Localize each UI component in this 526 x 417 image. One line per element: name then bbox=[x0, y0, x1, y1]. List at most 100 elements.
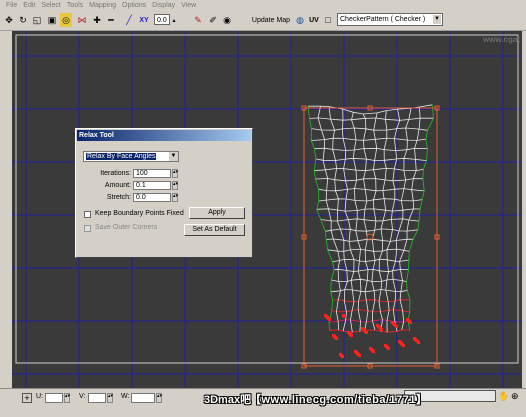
pan-icon[interactable]: ✋ bbox=[498, 391, 509, 402]
texture-dropdown-value: CheckerPattern ( Checker ) bbox=[340, 16, 426, 23]
brand-watermark: 3Dmax吧 bbox=[204, 394, 252, 406]
mesh-edge bbox=[371, 112, 378, 331]
seam-vertex bbox=[341, 355, 344, 358]
seam-vertex bbox=[372, 350, 375, 353]
u-label: U: bbox=[36, 393, 43, 400]
stretch-label: Stretch: bbox=[106, 194, 131, 201]
absolute-mode-icon[interactable]: + bbox=[22, 393, 32, 403]
texture-dropdown[interactable]: CheckerPattern ( Checker ) ▼ bbox=[337, 13, 443, 26]
u-spinner[interactable]: ▴▾ bbox=[64, 393, 70, 403]
menu-tools[interactable]: Tools bbox=[67, 2, 83, 9]
seam-vertex bbox=[343, 315, 346, 318]
menu-edit[interactable]: Edit bbox=[23, 2, 35, 9]
options-icon[interactable]: ◉ bbox=[221, 13, 233, 27]
paint-icon[interactable]: ✎ bbox=[192, 13, 204, 27]
amount-spinner[interactable]: ▴▾ bbox=[172, 181, 178, 190]
mesh-edge bbox=[316, 208, 421, 212]
relax-tool-dialog: Relax Tool Relax By Face Angles ▼ Iterat… bbox=[75, 128, 253, 258]
seam-vertex bbox=[365, 331, 368, 334]
stretch-field[interactable]: 0.0 bbox=[133, 193, 171, 202]
iterations-label: Iterations: bbox=[100, 170, 131, 177]
seam-vertex bbox=[409, 321, 412, 324]
chevron-down-icon[interactable]: ▼ bbox=[169, 152, 178, 161]
save-outer-label: Save Outer Corners bbox=[95, 224, 158, 231]
seam-vertex bbox=[350, 334, 353, 337]
scale-icon[interactable]: ◱ bbox=[31, 13, 43, 27]
menu-select[interactable]: Select bbox=[41, 2, 60, 9]
w-spinner[interactable]: ▴▾ bbox=[156, 393, 162, 403]
contract-icon[interactable]: ━ bbox=[105, 13, 117, 27]
seam-vertex bbox=[335, 337, 338, 340]
weld-icon[interactable]: ╱ bbox=[123, 13, 135, 27]
mesh-edge bbox=[315, 157, 427, 161]
mesh-edge bbox=[311, 137, 426, 141]
seam-vertex bbox=[387, 347, 390, 350]
menu-mapping[interactable]: Mapping bbox=[89, 2, 116, 9]
menu-display[interactable]: Display bbox=[152, 2, 175, 9]
relax-mode-value: Relax By Face Angles bbox=[86, 153, 157, 160]
seam-vertex bbox=[395, 325, 398, 328]
save-outer-checkbox[interactable] bbox=[84, 225, 91, 232]
corner-watermark: www.cgat bbox=[482, 35, 520, 44]
set-default-button[interactable]: Set As Default bbox=[184, 224, 245, 236]
move-icon[interactable]: ✥ bbox=[3, 13, 15, 27]
mesh-edge bbox=[315, 178, 423, 182]
seam-vertex bbox=[417, 341, 420, 344]
chevron-down-icon[interactable]: ▼ bbox=[433, 15, 441, 24]
checker-icon[interactable]: □ bbox=[323, 13, 333, 27]
left-toolbar bbox=[0, 31, 12, 388]
mesh-edge bbox=[314, 147, 428, 152]
uv-button[interactable]: UV bbox=[308, 13, 320, 27]
mesh-edge bbox=[325, 228, 418, 232]
mesh-edge bbox=[385, 109, 401, 333]
zoom-icon[interactable]: ⊕ bbox=[511, 391, 519, 402]
mesh-edge bbox=[406, 104, 434, 331]
w-field[interactable] bbox=[131, 393, 155, 403]
v-field[interactable] bbox=[88, 393, 106, 403]
menu-file[interactable]: File bbox=[6, 2, 17, 9]
seam-vertex bbox=[328, 318, 331, 321]
offset-field[interactable]: 0.0 bbox=[154, 14, 170, 25]
keep-boundary-label: Keep Boundary Points Fixed bbox=[95, 210, 184, 217]
u-field[interactable] bbox=[45, 393, 63, 403]
seam-vertex bbox=[402, 344, 405, 347]
stretch-spinner[interactable]: ▴▾ bbox=[172, 193, 178, 202]
mesh-edge bbox=[314, 167, 424, 172]
apply-button[interactable]: Apply bbox=[189, 207, 245, 219]
mesh-edge bbox=[318, 198, 423, 202]
toolbar: ✥ ↻ ◱ ▣ ◎ ⋈ ✚ ━ ╱ XY 0.0 ▴ ✎ ✐ ◉ Update … bbox=[0, 11, 526, 31]
xy-button[interactable]: XY bbox=[137, 13, 151, 27]
uv-gizmo bbox=[303, 107, 438, 367]
globe-icon[interactable]: ◍ bbox=[294, 13, 306, 27]
freeform-icon[interactable]: ▣ bbox=[46, 13, 58, 27]
mesh-edge bbox=[331, 309, 410, 313]
amount-label: Amount: bbox=[104, 182, 131, 189]
dialog-title: Relax Tool bbox=[77, 130, 251, 141]
relax-mode-dropdown[interactable]: Relax By Face Angles ▼ bbox=[83, 151, 179, 162]
rotate-icon[interactable]: ↻ bbox=[17, 13, 29, 27]
amount-field[interactable]: 0.1 bbox=[133, 181, 171, 190]
mesh-edge bbox=[329, 329, 410, 333]
mirror-icon[interactable]: ⋈ bbox=[76, 13, 88, 27]
menu-bar: File Edit Select Tools Mapping Options D… bbox=[0, 0, 526, 11]
expand-icon[interactable]: ✚ bbox=[91, 13, 103, 27]
mesh-edge bbox=[311, 127, 428, 131]
iterations-spinner[interactable]: ▴▾ bbox=[172, 169, 178, 178]
menu-view[interactable]: View bbox=[181, 2, 196, 9]
status-bar: + U: ▴▾ V: ▴▾ W: ▴▾ ✋ ⊕ 3Dmax吧 【www.line… bbox=[0, 388, 526, 417]
mesh-edge bbox=[362, 113, 369, 331]
brush-icon[interactable]: ✐ bbox=[207, 13, 219, 27]
w-label: W: bbox=[121, 393, 130, 400]
v-spinner[interactable]: ▴▾ bbox=[107, 393, 113, 403]
keep-boundary-checkbox[interactable] bbox=[84, 211, 91, 218]
mesh-edge bbox=[351, 112, 362, 332]
seam-vertex bbox=[380, 328, 383, 331]
mesh-edge bbox=[318, 188, 425, 192]
offset-spinner[interactable]: ▴ bbox=[171, 13, 177, 27]
update-map-button[interactable]: Update Map bbox=[250, 13, 292, 27]
iterations-field[interactable]: 100 bbox=[133, 169, 171, 178]
menu-options[interactable]: Options bbox=[122, 2, 146, 9]
mesh-edge bbox=[309, 117, 434, 121]
snap-icon[interactable]: ◎ bbox=[60, 13, 72, 27]
mesh-edge bbox=[320, 218, 420, 222]
